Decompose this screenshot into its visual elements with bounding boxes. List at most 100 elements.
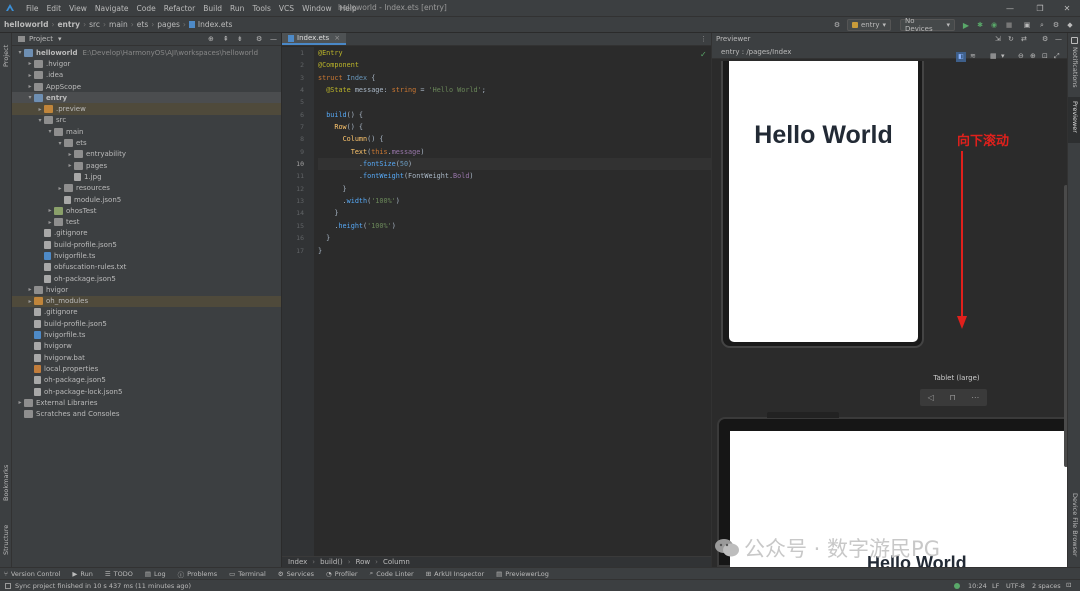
debug-icon[interactable]: ✱ (975, 19, 985, 31)
code-line[interactable]: @Component (318, 59, 711, 71)
rotate-icon[interactable]: ⊓ (949, 393, 955, 402)
code-line[interactable]: .fontSize(50) (318, 158, 711, 171)
chevron-right-icon[interactable]: ▸ (56, 185, 64, 192)
line-separator[interactable]: LF (992, 582, 999, 590)
menu-run[interactable]: Run (226, 4, 248, 13)
phone-screen[interactable] (729, 61, 918, 342)
inspector-icon[interactable]: ⇲ (995, 35, 1001, 43)
menu-window[interactable]: Window (298, 4, 336, 13)
code-linter-tab[interactable]: ⌕ Code Linter (370, 569, 414, 578)
device-select[interactable]: No Devices ▾ (900, 17, 955, 33)
chevron-right-icon[interactable]: ▸ (46, 207, 54, 214)
code-line[interactable]: build() { (318, 109, 711, 121)
code-area[interactable]: @Entry @Component struct Index { @State me… (318, 47, 711, 257)
tree-item[interactable]: local.properties (12, 363, 281, 374)
status-message[interactable]: Sync project finished in 10 s 437 ms (11… (15, 582, 191, 590)
hide-icon[interactable]: — (270, 35, 277, 43)
more-icon[interactable]: ⋯ (971, 393, 979, 402)
settings-icon[interactable]: ⚙ (1051, 19, 1061, 31)
tree-item[interactable]: oh-package-lock.json5 (12, 386, 281, 397)
code-line[interactable]: struct Index { (318, 72, 711, 84)
code-line[interactable]: Row() { (318, 121, 711, 133)
chevron-right-icon[interactable]: ▸ (26, 298, 34, 305)
breadcrumb-src[interactable]: src (89, 20, 100, 29)
code-line[interactable]: .fontWeight(FontWeight.Bold) (318, 170, 711, 182)
menu-refactor[interactable]: Refactor (160, 4, 199, 13)
code-line[interactable]: .height('100%') (318, 220, 711, 232)
code-line[interactable]: } (318, 245, 711, 257)
code-line[interactable]: } (318, 207, 711, 219)
tree-item[interactable]: ▸ .idea (12, 70, 281, 81)
chevron-right-icon[interactable]: ▸ (36, 106, 44, 113)
tab-index-ets[interactable]: Index.ets × (282, 33, 347, 45)
swap-icon[interactable]: ⇄ (1021, 35, 1027, 43)
chevron-right-icon[interactable]: ▸ (46, 219, 54, 226)
chevron-down-icon[interactable]: ▾ (26, 94, 34, 101)
crumb-index[interactable]: Index (288, 558, 307, 566)
settings-icon[interactable]: ⚙ (832, 19, 842, 31)
zoom-in-icon[interactable]: ⊕ (1030, 52, 1036, 60)
grid-icon[interactable]: ▦ (990, 52, 997, 60)
menu-navigate[interactable]: Navigate (91, 4, 133, 13)
chevron-down-icon[interactable]: ▾ (58, 35, 62, 43)
tree-item[interactable]: module.json5 (12, 194, 281, 205)
terminal-tab[interactable]: ▭ Terminal (229, 570, 266, 578)
bookmarks-tool-tab[interactable]: Bookmarks (2, 465, 10, 501)
fullscreen-icon[interactable]: ⤢ (1054, 52, 1060, 61)
collapse-all-icon[interactable]: ⇞ (223, 35, 229, 43)
previewer-log-tab[interactable]: ▤ PreviewerLog (496, 570, 549, 578)
layers-icon[interactable]: ≋ (970, 52, 976, 60)
tree-item[interactable]: ▸ External Libraries (12, 397, 281, 408)
chevron-right-icon[interactable]: ▸ (66, 162, 74, 169)
tree-item[interactable]: .gitignore (12, 307, 281, 318)
file-encoding[interactable]: UTF-8 (1006, 582, 1025, 590)
chevron-right-icon[interactable]: ▸ (16, 399, 24, 406)
code-line[interactable]: Column() { (318, 133, 711, 145)
crumb-row[interactable]: Row (356, 558, 371, 566)
tree-item[interactable]: hvigorw.bat (12, 352, 281, 363)
tree-item[interactable]: build-profile.json5 (12, 239, 281, 250)
expand-all-icon[interactable]: ⇟ (237, 35, 243, 43)
back-icon[interactable]: ◁ (928, 393, 934, 402)
code-line[interactable]: Text(this.message) (318, 146, 711, 158)
menu-tools[interactable]: Tools (248, 4, 274, 13)
close-button[interactable]: ✕ (1052, 0, 1080, 16)
chevron-down-icon[interactable]: ▾ (46, 128, 54, 135)
breadcrumb-ets[interactable]: ets (137, 20, 148, 29)
breadcrumb-pages[interactable]: pages (157, 20, 180, 29)
chevron-right-icon[interactable]: ▸ (26, 60, 34, 67)
indent-setting[interactable]: 2 spaces (1032, 582, 1061, 590)
notifications-icon[interactable] (1071, 37, 1078, 44)
chevron-right-icon[interactable]: ▸ (26, 83, 34, 90)
problems-tab[interactable]: ⓘ Problems (178, 569, 217, 579)
run-tab[interactable]: ▶ Run (72, 570, 92, 578)
tree-item[interactable]: oh-package.json5 (12, 375, 281, 386)
fit-icon[interactable]: ⊡ (1042, 52, 1048, 60)
lock-icon[interactable]: ⊡ (1066, 581, 1071, 589)
tree-item[interactable]: hvigorw (12, 341, 281, 352)
breadcrumb-root[interactable]: helloworld (4, 20, 48, 29)
tree-item[interactable]: ▸ .preview (12, 103, 281, 115)
refresh-icon[interactable]: ↻ (1008, 35, 1014, 43)
previewer-tool-tab[interactable]: Previewer (1071, 101, 1079, 133)
tree-item[interactable]: ▸ hvigor (12, 284, 281, 295)
deveco-icon[interactable]: ◆ (1065, 19, 1075, 31)
tree-item[interactable]: hvigorfile.ts (12, 250, 281, 261)
module-select[interactable]: entry ▾ (847, 19, 892, 31)
todo-tab[interactable]: ☰ TODO (105, 570, 133, 578)
tree-item[interactable]: ▸ ohosTest (12, 205, 281, 216)
settings-icon[interactable]: ⚙ (1042, 35, 1048, 43)
menu-edit[interactable]: Edit (43, 4, 66, 13)
chevron-down-icon[interactable]: ▾ (56, 140, 64, 147)
log-tab[interactable]: ▤ Log (145, 570, 166, 578)
close-icon[interactable]: × (334, 34, 340, 42)
search-icon[interactable]: ⌕ (1037, 19, 1047, 31)
tree-item[interactable]: ▾ ets (12, 137, 281, 148)
arkui-inspector-tab[interactable]: ⊞ ArkUI Inspector (426, 570, 484, 578)
tree-item[interactable]: obfuscation-rules.txt (12, 262, 281, 273)
tree-item[interactable]: ▸ .hvigor (12, 58, 281, 69)
hide-icon[interactable]: — (1055, 35, 1062, 43)
multi-device-icon[interactable]: ◧ (956, 52, 966, 62)
version-control-tab[interactable]: ⑂ Version Control (4, 570, 60, 578)
chevron-right-icon[interactable]: ▸ (26, 72, 34, 79)
